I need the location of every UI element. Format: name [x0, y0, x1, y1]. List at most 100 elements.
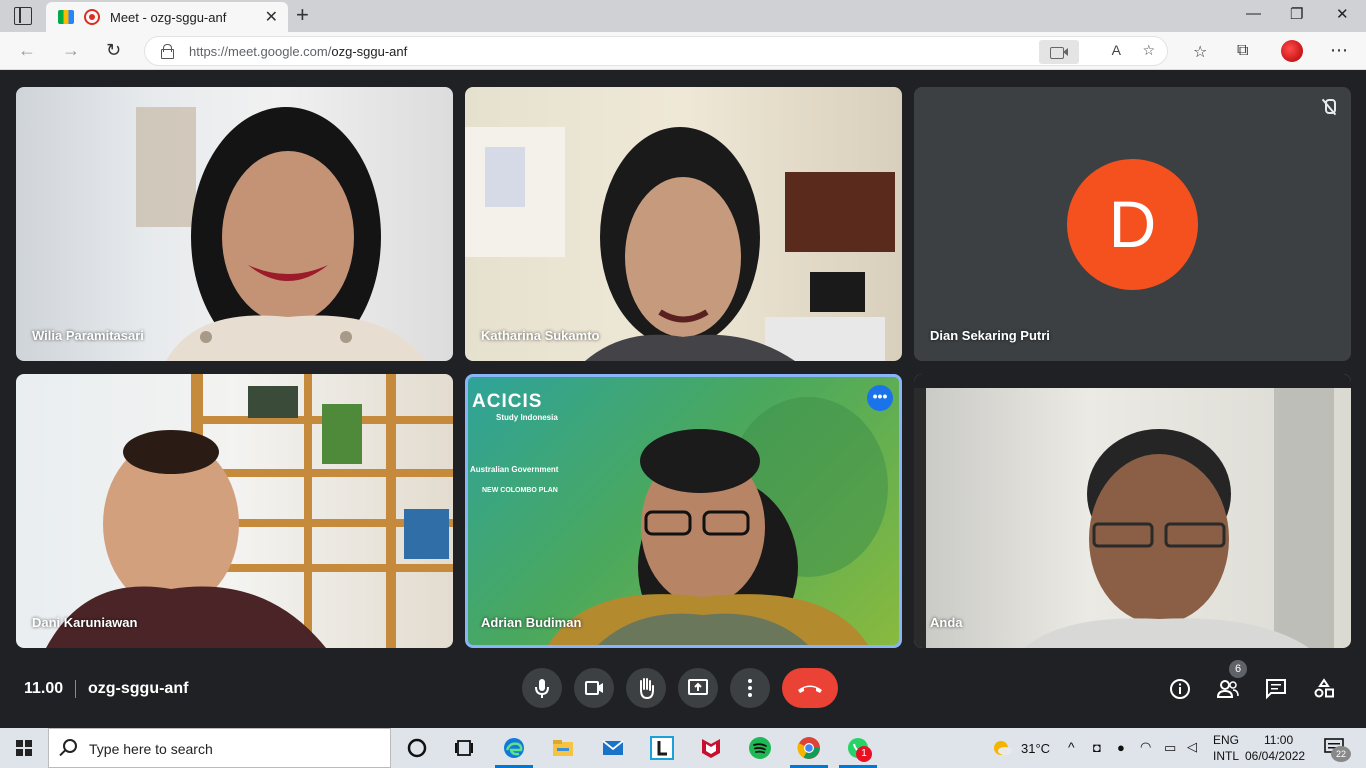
participant-video [914, 374, 1351, 648]
mail-icon[interactable] [601, 736, 625, 760]
more-vert-icon [748, 679, 752, 697]
acicis-logo: ACICIS [472, 391, 543, 412]
microphone-icon [535, 679, 549, 698]
participant-name: Dani Karuniawan [32, 615, 138, 630]
present-screen-button[interactable] [678, 668, 718, 708]
participant-tile[interactable]: Katharina Sukamto [465, 87, 902, 361]
launcher-l-icon[interactable] [650, 736, 674, 760]
australian-government-logo: Australian Government [470, 465, 559, 474]
raise-hand-icon [640, 678, 654, 700]
clock-time[interactable]: 11:00 [1264, 733, 1293, 747]
camera-in-use-icon[interactable] [1039, 40, 1079, 64]
participant-name: Anda [930, 615, 963, 630]
edge-browser-icon[interactable] [502, 736, 526, 760]
restore-button[interactable]: ❐ [1290, 5, 1303, 23]
acicis-subtitle: Study Indonesia [496, 413, 558, 422]
meeting-details-button[interactable] [1169, 678, 1191, 700]
participant-name: Wilia Paramitasari [32, 328, 144, 343]
close-window-button[interactable]: ✕ [1336, 5, 1349, 23]
participant-tile[interactable]: Dani Karuniawan [16, 374, 453, 648]
show-hidden-icons-icon[interactable]: ^ [1068, 739, 1075, 755]
raise-hand-button[interactable] [626, 668, 666, 708]
microphone-tray-icon[interactable]: ● [1117, 740, 1125, 755]
participant-video [46, 374, 453, 648]
refresh-icon[interactable]: ↻ [106, 40, 121, 61]
meeting-code: ozg-sggu-anf [88, 680, 189, 697]
more-options-icon[interactable]: ••• [867, 385, 893, 411]
search-placeholder: Type here to search [89, 741, 213, 757]
forward-arrow-icon[interactable]: → [62, 40, 80, 61]
camera-tray-icon[interactable]: ◘ [1093, 740, 1101, 755]
wifi-icon[interactable]: ◠ [1140, 739, 1151, 755]
favorites-icon[interactable]: ☆ [1193, 42, 1207, 62]
participant-tile-active-speaker[interactable]: ACICIS Study Indonesia Australian Govern… [465, 374, 902, 648]
minimize-button[interactable]: — [1246, 5, 1261, 22]
tab-title: Meet - ozg-sggu-anf [110, 10, 227, 25]
google-meet-favicon-icon [58, 10, 74, 24]
spotify-icon[interactable] [748, 736, 772, 760]
participant-tile[interactable]: Wilia Paramitasari [16, 87, 453, 361]
task-view-icon[interactable] [452, 736, 476, 760]
weather-sun-icon[interactable] [990, 736, 1014, 760]
mic-off-icon [1321, 99, 1337, 117]
chat-button[interactable] [1265, 678, 1287, 700]
lock-icon[interactable] [161, 44, 174, 59]
microphone-button[interactable] [522, 668, 562, 708]
volume-icon[interactable]: ◁ [1187, 739, 1197, 755]
mcafee-icon[interactable] [699, 736, 723, 760]
add-favorite-icon[interactable]: ☆ [1142, 42, 1155, 59]
cortana-icon[interactable] [405, 736, 429, 760]
present-screen-icon [688, 679, 708, 695]
participant-tile[interactable]: Anda [914, 374, 1351, 648]
call-end-icon [798, 685, 822, 693]
info-icon [1170, 679, 1190, 699]
windows-start-icon[interactable] [16, 740, 32, 756]
file-explorer-icon[interactable] [551, 736, 575, 760]
participant-avatar: D [1067, 159, 1198, 290]
participants-count-badge: 6 [1229, 660, 1247, 678]
chat-icon [1266, 679, 1286, 700]
battery-icon[interactable]: ▭ [1164, 740, 1176, 756]
participant-name: Dian Sekaring Putri [930, 328, 1050, 343]
participant-name: Katharina Sukamto [481, 328, 600, 343]
meeting-controls-bar: 11.00 ozg-sggu-anf 6 [0, 660, 1366, 728]
browser-toolbar: ← → ↻ https://meet.google.com/ozg-sggu-a… [0, 32, 1366, 70]
leave-call-button[interactable] [782, 668, 838, 708]
search-icon [63, 739, 77, 753]
address-bar[interactable]: https://meet.google.com/ozg-sggu-anf A ☆ [144, 36, 1168, 66]
input-language-primary[interactable]: ENG [1213, 733, 1239, 747]
browser-tab-meet[interactable]: Meet - ozg-sggu-anf ✕ [46, 2, 288, 32]
settings-more-icon[interactable]: ⋯ [1330, 40, 1348, 61]
taskbar-search[interactable]: Type here to search [48, 728, 391, 768]
participant-video [136, 107, 426, 361]
more-options-button[interactable] [730, 668, 770, 708]
participant-video [465, 127, 895, 361]
tab-close-icon[interactable]: ✕ [265, 7, 278, 27]
activities-icon [1314, 678, 1334, 698]
recording-indicator-icon [84, 9, 100, 25]
people-button[interactable] [1216, 678, 1239, 700]
clock-date[interactable]: 06/04/2022 [1245, 749, 1305, 763]
new-tab-button[interactable]: + [296, 2, 309, 28]
windows-taskbar: Type here to search 1 31°C ^ ◘ ● ◠ ▭ ◁ E… [0, 728, 1366, 768]
back-arrow-icon[interactable]: ← [18, 40, 36, 61]
tab-actions-icon[interactable] [14, 7, 32, 25]
video-grid: Wilia Paramitasari Katharina Sukamto D D… [0, 70, 1366, 660]
profile-avatar[interactable] [1281, 40, 1303, 62]
people-icon [1216, 680, 1239, 698]
activities-button[interactable] [1313, 678, 1335, 700]
participant-tile[interactable]: D Dian Sekaring Putri [914, 87, 1351, 361]
read-aloud-icon[interactable]: A [1112, 42, 1121, 58]
notification-count-badge: 22 [1331, 746, 1351, 762]
url-path: ozg-sggu-anf [331, 44, 408, 59]
chrome-icon[interactable] [797, 736, 821, 760]
camera-button[interactable] [574, 668, 614, 708]
input-language-secondary[interactable]: INTL [1213, 749, 1239, 763]
new-colombo-plan-logo: NEW COLOMBO PLAN [482, 487, 558, 494]
collections-icon[interactable]: ⧉ [1237, 42, 1248, 60]
url-host: https://meet.google.com/ [189, 44, 332, 59]
url-text[interactable]: https://meet.google.com/ozg-sggu-anf [189, 44, 407, 59]
browser-tab-bar: Meet - ozg-sggu-anf ✕ + — ❐ ✕ [0, 0, 1366, 32]
participant-name: Adrian Budiman [481, 615, 582, 630]
weather-temperature[interactable]: 31°C [1021, 741, 1050, 756]
